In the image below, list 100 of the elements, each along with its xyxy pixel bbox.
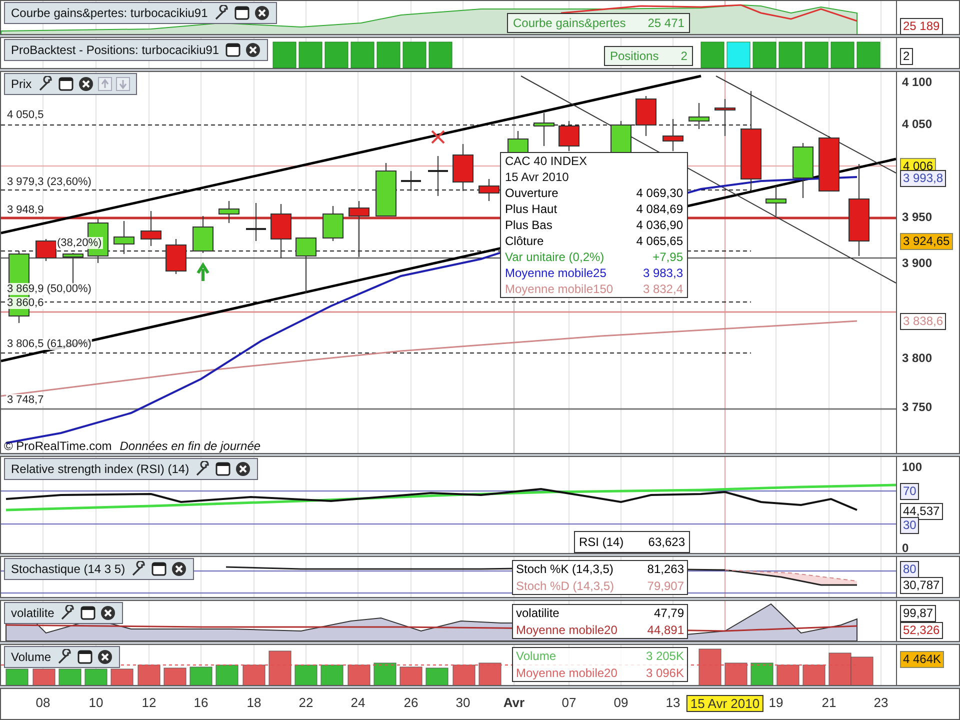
tooltip-label: Clôture	[505, 234, 544, 248]
date-label: 10	[88, 695, 104, 710]
panel-title: Volume	[11, 650, 52, 664]
position-bar	[298, 42, 322, 68]
legend-label: Stoch %D (14,3,5)	[516, 579, 614, 593]
wrench-icon[interactable]	[131, 561, 148, 577]
tooltip-label: Moyenne mobile150	[505, 282, 614, 296]
axis-label: 99,87	[900, 605, 936, 622]
candlestick	[401, 170, 421, 192]
candlestick	[534, 112, 554, 146]
window-icon[interactable]	[58, 76, 74, 92]
date-label: 15 Avr 2010	[686, 695, 764, 712]
date-label: 16	[194, 695, 208, 710]
axis-label: 3 924,65	[900, 233, 953, 250]
axis-label: 25 189	[900, 18, 943, 35]
tooltip-label: Plus Bas	[505, 218, 552, 232]
legend-label: Positions	[610, 49, 659, 63]
candlestick	[218, 200, 240, 224]
window-icon[interactable]	[151, 561, 168, 577]
position-bar	[700, 42, 724, 68]
tooltip-value: 4 084,69	[636, 202, 683, 216]
candlestick	[792, 142, 814, 198]
axis-label: 0	[901, 541, 910, 556]
tooltip-value: 4 069,30	[636, 186, 683, 200]
position-bar	[726, 42, 750, 68]
wrench-icon[interactable]	[57, 649, 74, 665]
close-icon[interactable]	[97, 649, 114, 665]
panel-title: Prix	[11, 77, 32, 91]
window-icon[interactable]	[80, 605, 96, 621]
tooltip-label: Moyenne mobile25	[505, 266, 606, 280]
window-icon[interactable]	[215, 461, 232, 477]
axis-label: 3 800	[901, 351, 934, 366]
wrench-icon[interactable]	[214, 5, 230, 21]
legend-label: Moyenne mobile20	[516, 666, 618, 680]
legend-label: volatilite	[516, 606, 560, 620]
level-label: 3 979,3 (23,60%)	[6, 176, 92, 188]
date-label: 22	[298, 695, 314, 710]
position-bar	[804, 42, 828, 68]
candlestick	[688, 102, 710, 130]
level-label: 3 806,5 (61,80%)	[6, 338, 92, 350]
date-label: 23	[874, 695, 888, 710]
wrench-icon[interactable]	[60, 605, 76, 621]
tooltip-date: 15 Avr 2010	[505, 170, 570, 184]
close-icon[interactable]	[171, 561, 188, 577]
panel-title: ProBacktest - Positions: turbocacikiu91	[11, 43, 220, 57]
candlestick	[192, 216, 214, 254]
legend-value: 25 471	[648, 16, 684, 30]
level-label: 3 948,9	[6, 204, 45, 216]
date-label: Avr	[503, 695, 525, 710]
position-bar	[778, 42, 802, 68]
legend-value: 81,263	[647, 562, 684, 576]
candlestick	[166, 238, 186, 274]
copyright-text: © ProRealTime.com	[4, 439, 112, 453]
close-icon[interactable]	[245, 42, 262, 58]
position-bar	[350, 42, 374, 68]
date-label: 18	[246, 695, 262, 710]
window-icon[interactable]	[234, 5, 250, 21]
tooltip-value: 3 983,3	[642, 266, 683, 280]
axis-label: 30	[900, 517, 920, 534]
tooltip-title: CAC 40 INDEX	[505, 154, 588, 168]
level-label: 3 869,9 (50,00%)	[6, 283, 92, 295]
candlestick	[270, 204, 292, 258]
date-label: 07	[562, 695, 576, 710]
tooltip-label: Var unitaire (0,2%)	[505, 250, 604, 264]
buy-arrow-icon	[196, 262, 210, 282]
legend-value: 47,79	[654, 606, 684, 620]
legend-value: 3 096K	[646, 666, 684, 680]
candlestick	[818, 136, 840, 192]
legend-value: 2	[680, 49, 688, 63]
legend-value: 63,623	[648, 535, 685, 549]
date-label: 08	[36, 695, 50, 710]
close-icon[interactable]	[78, 76, 94, 92]
tooltip-value: 3 832,4	[642, 282, 683, 296]
candlestick	[140, 210, 162, 246]
axis-label: 70	[900, 483, 920, 500]
window-icon[interactable]	[225, 42, 242, 58]
position-bar	[402, 42, 426, 68]
close-icon[interactable]	[100, 605, 116, 621]
date-label: 30	[456, 695, 470, 710]
date-label: 19	[768, 695, 784, 710]
legend-label: Volume	[516, 649, 556, 663]
axis-label: 100	[901, 460, 924, 475]
candlestick	[348, 200, 370, 258]
candlestick	[246, 202, 266, 242]
close-icon[interactable]	[235, 461, 252, 477]
candlestick	[114, 220, 134, 254]
date-label: 21	[822, 695, 836, 710]
panel-title: Relative strength index (RSI) (14)	[11, 462, 190, 476]
tooltip-label: Plus Haut	[505, 202, 558, 216]
axis-label: 4 464K	[900, 651, 944, 668]
position-bar	[830, 42, 854, 68]
wrench-icon[interactable]	[38, 76, 54, 92]
position-bar	[428, 42, 452, 68]
legend-label: Stoch %K (14,3,5)	[516, 562, 614, 576]
close-icon[interactable]	[254, 5, 270, 21]
candlestick	[322, 206, 344, 242]
axis-label: 4 100	[901, 75, 934, 90]
level-label: 3 860,6	[6, 297, 45, 309]
window-icon[interactable]	[77, 649, 94, 665]
wrench-icon[interactable]	[195, 461, 212, 477]
